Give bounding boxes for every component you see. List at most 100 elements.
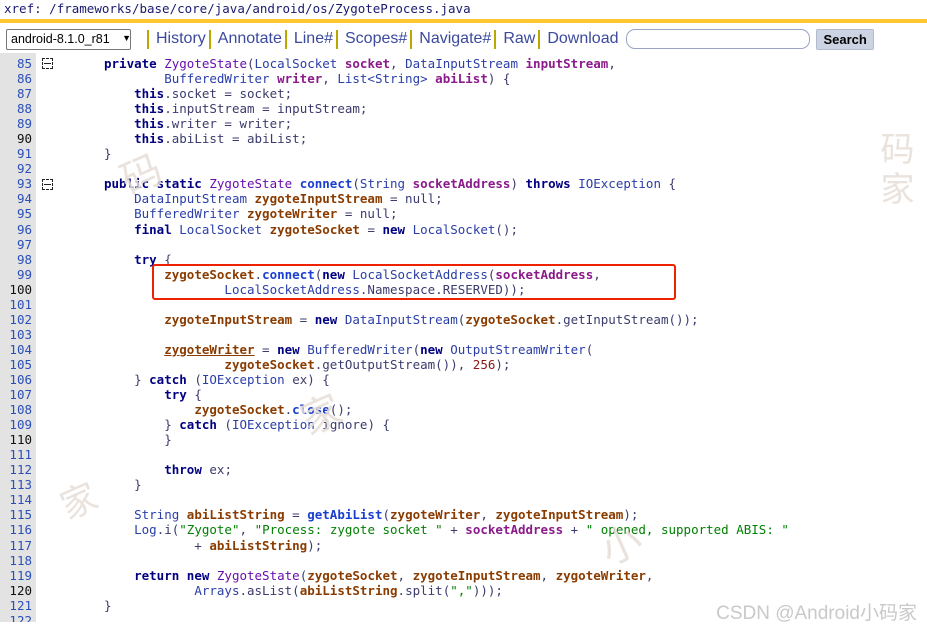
line-number[interactable]: 100 xyxy=(0,282,36,297)
code-token-pn xyxy=(270,71,278,86)
code-token-typ2: LocalSocketAddress xyxy=(224,281,360,297)
collapse-fold-icon[interactable] xyxy=(42,178,53,190)
code-token-var: socket xyxy=(344,56,391,71)
line-number[interactable]: 87 xyxy=(0,86,36,101)
code-token-pn: . xyxy=(254,266,263,282)
fold-marker-row xyxy=(36,267,104,282)
code-token-pn: , xyxy=(239,522,255,538)
code-token-typ[interactable]: ZygoteState xyxy=(217,568,300,583)
line-number[interactable]: 99 xyxy=(0,267,36,282)
toolbar-link-scopes[interactable]: Scopes# xyxy=(345,29,407,49)
line-number[interactable]: 93 xyxy=(0,176,36,191)
line-number[interactable]: 89 xyxy=(0,116,36,131)
code-line: BufferedWriter writer, List<String> abiL… xyxy=(104,71,927,86)
code-token-pn: } xyxy=(104,371,150,387)
code-token-typ2: IOException xyxy=(201,371,285,387)
code-token-pn: = xyxy=(224,131,248,147)
line-number[interactable]: 105 xyxy=(0,357,36,372)
line-number[interactable]: 116 xyxy=(0,522,36,537)
code-token-pn: = xyxy=(337,206,360,222)
line-number[interactable]: 121 xyxy=(0,598,36,613)
code-token-pn: + xyxy=(104,537,210,553)
line-number[interactable]: 97 xyxy=(0,237,36,252)
toolbar-separator xyxy=(336,29,338,49)
code-token-pn xyxy=(518,56,526,71)
line-number[interactable]: 119 xyxy=(0,568,36,583)
toolbar-link-history[interactable]: History xyxy=(156,29,206,49)
line-number[interactable]: 106 xyxy=(0,372,36,387)
line-number[interactable]: 118 xyxy=(0,553,36,568)
line-number[interactable]: 86 xyxy=(0,71,36,86)
code-token-pn: { xyxy=(661,176,677,192)
code-line: zygoteInputStream = new DataInputStream (… xyxy=(104,312,927,327)
code-token-pn: ( xyxy=(382,507,391,523)
code-token-pn xyxy=(104,462,164,477)
code-token-pn: ))); xyxy=(472,582,503,598)
toolbar-link-annotate[interactable]: Annotate xyxy=(218,29,282,49)
line-number[interactable]: 108 xyxy=(0,402,36,417)
code-token-lvar: abiListString xyxy=(299,582,398,598)
code-token-pn: ; xyxy=(359,101,368,117)
code-token-kw: new xyxy=(277,341,300,357)
code-token-pn: { xyxy=(156,251,172,267)
collapse-fold-icon[interactable] xyxy=(42,58,53,70)
branch-version-select[interactable]: android-8.1.0_r81 xyxy=(6,28,131,50)
xref-file-path[interactable]: /frameworks/base/core/java/android/os/Zy… xyxy=(49,1,470,16)
line-number[interactable]: 102 xyxy=(0,312,36,327)
search-button[interactable]: Search xyxy=(816,28,874,50)
search-input[interactable] xyxy=(626,29,811,49)
fold-marker-row xyxy=(36,176,104,191)
line-number[interactable]: 111 xyxy=(0,447,36,462)
line-number[interactable]: 122 xyxy=(0,613,36,622)
code-line: } xyxy=(104,146,927,161)
line-number[interactable]: 110 xyxy=(0,432,36,447)
code-token-pn: } xyxy=(104,597,112,613)
line-number[interactable]: 109 xyxy=(0,417,36,432)
line-number[interactable]: 103 xyxy=(0,327,36,342)
toolbar-link-raw[interactable]: Raw xyxy=(503,29,535,49)
toolbar-link-line-numbers[interactable]: Line# xyxy=(294,29,333,49)
code-token-lvar: zygoteWriter xyxy=(390,507,481,523)
line-number[interactable]: 98 xyxy=(0,252,36,267)
code-token-mname[interactable]: getAbiList xyxy=(307,507,382,522)
code-token-lvar: abiListString xyxy=(186,507,285,523)
code-token-plain: ignore xyxy=(322,417,368,433)
line-number[interactable]: 101 xyxy=(0,297,36,312)
line-number[interactable]: 85 xyxy=(0,56,36,71)
toolbar-link-download[interactable]: Download xyxy=(547,29,618,49)
code-token-typ2: BufferedWriter xyxy=(164,71,270,87)
line-number[interactable]: 95 xyxy=(0,206,36,221)
code-token-mname[interactable]: connect xyxy=(262,267,315,282)
line-number[interactable]: 107 xyxy=(0,387,36,402)
line-number[interactable]: 114 xyxy=(0,492,36,507)
code-token-typ[interactable]: ZygoteState xyxy=(209,176,292,191)
fold-marker-row xyxy=(36,372,104,387)
code-token-mname[interactable]: connect xyxy=(300,176,353,191)
branch-select-wrapper[interactable]: android-8.1.0_r81 ▼ xyxy=(6,28,137,50)
line-number[interactable]: 120 xyxy=(0,583,36,598)
code-token-pn: ); xyxy=(307,537,323,553)
code-token-lvar-link[interactable]: zygoteWriter xyxy=(164,342,254,357)
fold-marker-row xyxy=(36,613,104,622)
line-number[interactable]: 92 xyxy=(0,161,36,176)
code-token-typ2: IOException xyxy=(231,417,315,433)
code-token-typ[interactable]: ZygoteState xyxy=(164,56,247,71)
line-number[interactable]: 90 xyxy=(0,131,36,146)
line-number[interactable]: 96 xyxy=(0,222,36,237)
fold-marker-row xyxy=(36,131,104,146)
line-number[interactable]: 91 xyxy=(0,146,36,161)
code-token-pn xyxy=(104,206,134,221)
fold-marker-row xyxy=(36,86,104,101)
line-number[interactable]: 112 xyxy=(0,462,36,477)
fold-marker-row xyxy=(36,237,104,252)
line-number[interactable]: 113 xyxy=(0,477,36,492)
source-code[interactable]: private ZygoteState(LocalSocket socket, … xyxy=(104,53,927,622)
code-token-pn: } xyxy=(104,146,112,162)
toolbar-link-navigate[interactable]: Navigate# xyxy=(419,29,491,49)
line-number[interactable]: 88 xyxy=(0,101,36,116)
line-number[interactable]: 117 xyxy=(0,538,36,553)
line-number[interactable]: 94 xyxy=(0,191,36,206)
line-number[interactable]: 115 xyxy=(0,507,36,522)
line-number[interactable]: 104 xyxy=(0,342,36,357)
code-token-mname[interactable]: close xyxy=(292,402,330,417)
